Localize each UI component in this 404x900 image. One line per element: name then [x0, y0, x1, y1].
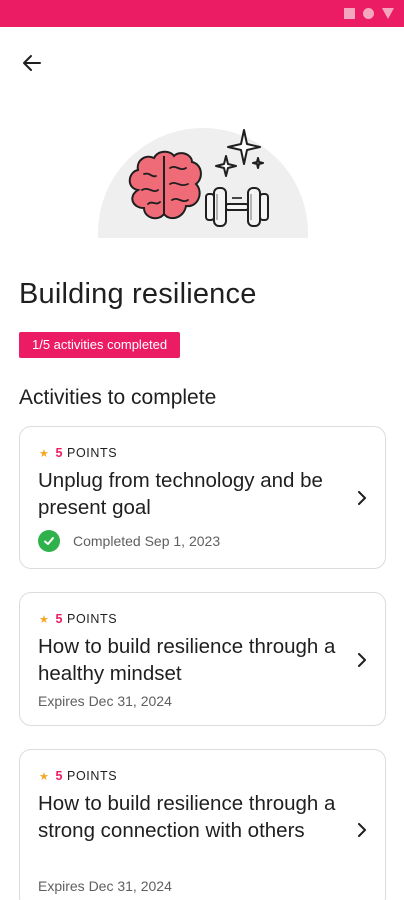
activity-card[interactable]: ★ 5 POINTS How to build resilience throu…: [19, 749, 386, 900]
circle-icon: [363, 8, 374, 19]
points-value: 5: [55, 769, 64, 783]
back-button[interactable]: [14, 45, 50, 81]
points-label: POINTS: [67, 446, 118, 460]
activity-status-text: Expires Dec 31, 2024: [38, 878, 172, 894]
back-arrow-icon: [23, 55, 41, 71]
chevron-right-icon: [358, 653, 366, 667]
section-title: Activities to complete: [19, 386, 217, 409]
sparkle-icons: [215, 129, 264, 177]
status-bar: [0, 0, 404, 27]
activity-status-text: Expires Dec 31, 2024: [38, 693, 172, 709]
activity-title: Unplug from technology and be present go…: [38, 469, 323, 519]
points-row: ★ 5 POINTS: [39, 446, 117, 460]
star-icon: ★: [39, 613, 50, 626]
progress-badge: 1/5 activities completed: [19, 332, 181, 358]
check-circle-icon: [38, 530, 60, 552]
hero-illustration: [98, 128, 308, 238]
chevron-right-icon: [358, 823, 366, 837]
activity-card[interactable]: ★ 5 POINTS Unplug from technology and be…: [19, 426, 386, 569]
star-icon: ★: [39, 447, 50, 460]
dumbbell-icon: [205, 187, 269, 227]
points-value: 5: [55, 446, 64, 460]
page-title: Building resilience: [19, 278, 257, 310]
points-label: POINTS: [67, 612, 118, 626]
points-label: POINTS: [67, 769, 118, 783]
triangle-icon: [382, 8, 394, 19]
activity-title: How to build resilience through a strong…: [38, 792, 336, 842]
points-row: ★ 5 POINTS: [39, 612, 117, 626]
activity-title: How to build resilience through a health…: [38, 635, 336, 685]
activity-status-text: Completed Sep 1, 2023: [73, 533, 221, 549]
status-icons: [344, 8, 394, 19]
activity-status: Completed Sep 1, 2023: [38, 530, 220, 552]
activity-card[interactable]: ★ 5 POINTS How to build resilience throu…: [19, 592, 386, 726]
square-icon: [344, 8, 355, 19]
star-icon: ★: [39, 770, 50, 783]
points-value: 5: [55, 612, 64, 626]
brain-icon: [128, 150, 202, 220]
brain-dumbbell-icon: [128, 129, 269, 227]
chevron-right-icon: [358, 491, 366, 505]
points-row: ★ 5 POINTS: [39, 769, 117, 783]
